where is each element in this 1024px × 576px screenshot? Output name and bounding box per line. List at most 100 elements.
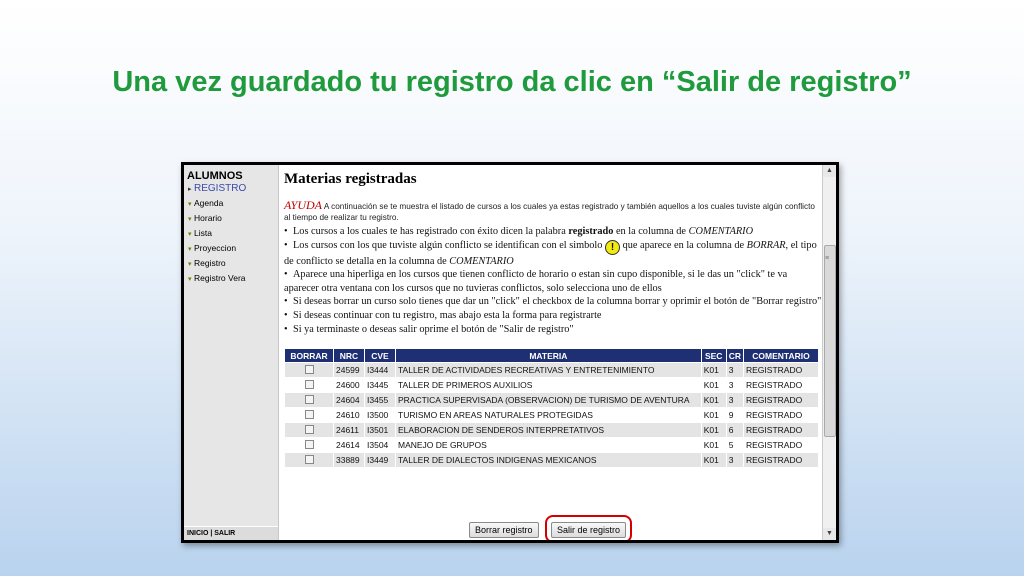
- cell-cr: 9: [725, 407, 745, 424]
- sidebar-item-label: Agenda: [194, 198, 224, 208]
- borrar-checkbox[interactable]: [304, 439, 314, 449]
- cell-sec: K01: [700, 452, 727, 469]
- sidebar-title: ALUMNOS: [187, 170, 243, 182]
- cell-cve: I3455: [364, 392, 396, 409]
- cell-materia: TURISMO EN AREAS NATURALES PROTEGIDAS: [395, 407, 702, 424]
- action-buttons: Borrar registro Salir de registro: [469, 515, 632, 540]
- cell-materia: MANEJO DE GRUPOS: [395, 437, 702, 454]
- list-item: • Los cursos a los cuales te has registra…: [284, 226, 754, 237]
- cell-comentario: REGISTRADO: [743, 377, 819, 394]
- sidebar-item-label: REGISTRO: [194, 183, 247, 194]
- col-header-cr: CR: [725, 348, 745, 364]
- borrar-checkbox[interactable]: [304, 409, 314, 419]
- table-row: 24611 I3501 ELABORACION DE SENDEROS INTE…: [284, 422, 819, 439]
- col-header-borrar: BORRAR: [284, 348, 334, 364]
- cell-materia: TALLER DE PRIMEROS AUXILIOS: [395, 377, 702, 394]
- table-header-row: BORRAR NRC CVE MATERIA SEC CR COMENTARIO: [284, 348, 819, 364]
- borrar-checkbox[interactable]: [304, 379, 314, 389]
- list-item: • Aparece una hiperliga en los cursos que…: [284, 269, 788, 294]
- browser-screenshot: ALUMNOS ▸ REGISTRO ▾ Agenda ▾ Horario ▾ List…: [181, 162, 839, 543]
- cell-comentario: REGISTRADO: [743, 392, 819, 409]
- col-header-materia: MATERIA: [395, 348, 702, 364]
- page-title: Materias registradas: [284, 171, 417, 187]
- cell-cve: I3445: [364, 377, 396, 394]
- cell-materia: ELABORACION DE SENDEROS INTERPRETATIVOS: [395, 422, 702, 439]
- cell-cve: I3504: [364, 437, 396, 454]
- cell-sec: K01: [700, 437, 727, 454]
- scrollbar-thumb[interactable]: [824, 245, 836, 437]
- col-header-cve: CVE: [364, 348, 396, 364]
- scroll-down-arrow-icon[interactable]: ▼: [823, 528, 836, 540]
- cell-nrc: 24614: [333, 437, 365, 454]
- warning-icon: !: [605, 239, 620, 255]
- cell-comentario: REGISTRADO: [743, 437, 819, 454]
- cell-cr: 3: [725, 392, 745, 409]
- borrar-checkbox[interactable]: [304, 364, 314, 374]
- sidebar-item-lista[interactable]: ▾ Lista: [188, 228, 278, 240]
- sidebar-item-agenda[interactable]: ▾ Agenda: [188, 198, 278, 210]
- ayuda-label: AYUDA: [284, 198, 323, 212]
- help-bullet-list: • Los cursos a los cuales te has registra…: [284, 225, 822, 336]
- cell-comentario: REGISTRADO: [743, 452, 819, 469]
- cell-nrc: 24599: [333, 362, 365, 379]
- cell-cr: 6: [725, 422, 745, 439]
- highlight-circle: Salir de registro: [544, 515, 632, 540]
- cell-nrc: 24610: [333, 407, 365, 424]
- sidebar-footer-links[interactable]: INICIO | SALIR: [184, 526, 278, 540]
- list-item: • Si ya terminaste o deseas salir oprime …: [284, 323, 574, 335]
- borrar-checkbox[interactable]: [304, 424, 314, 434]
- registered-courses-table: BORRAR NRC CVE MATERIA SEC CR COMENTARIO…: [284, 348, 819, 469]
- slide-title: Una vez guardado tu registro da clic en …: [112, 66, 912, 98]
- list-item: • Los cursos con los que tuviste algún co…: [284, 239, 817, 267]
- cell-cr: 3: [725, 362, 745, 379]
- cell-sec: K01: [700, 362, 727, 379]
- cell-cve: I3501: [364, 422, 396, 439]
- table-row: 24600 I3445 TALLER DE PRIMEROS AUXILIOS …: [284, 377, 819, 394]
- list-item: • Si deseas continuar con tu registro, ma…: [284, 309, 602, 321]
- sidebar-item-label: Registro Vera: [194, 273, 246, 283]
- cell-cve: I3449: [364, 452, 396, 469]
- sidebar-item-horario[interactable]: ▾ Horario: [188, 213, 278, 225]
- scroll-up-arrow-icon[interactable]: ▲: [823, 165, 836, 177]
- cell-comentario: REGISTRADO: [743, 407, 819, 424]
- borrar-checkbox[interactable]: [304, 394, 314, 404]
- cell-sec: K01: [700, 392, 727, 409]
- cell-comentario: REGISTRADO: [743, 422, 819, 439]
- cell-materia: PRACTICA SUPERVISADA (OBSERVACION) DE TU…: [395, 392, 702, 409]
- sidebar-item-label: Horario: [194, 213, 222, 223]
- cell-comentario: REGISTRADO: [743, 362, 819, 379]
- borrar-registro-button[interactable]: Borrar registro: [469, 522, 539, 538]
- sidebar-item-proyeccion[interactable]: ▾ Proyeccion: [188, 243, 278, 255]
- list-item: • Si deseas borrar un curso solo tienes q…: [284, 296, 822, 308]
- cell-cve: I3500: [364, 407, 396, 424]
- help-intro-text: A continuación se te muestra el listado …: [284, 202, 815, 222]
- col-header-nrc: NRC: [333, 348, 365, 364]
- vertical-scrollbar[interactable]: ▲ ≡ ▼: [822, 165, 836, 540]
- cell-cr: 3: [725, 377, 745, 394]
- cell-cr: 3: [725, 452, 745, 469]
- sidebar-item-label: Proyeccion: [194, 243, 237, 253]
- grip-icon: ≡: [825, 255, 830, 262]
- table-row: 33889 I3449 TALLER DE DIALECTOS INDIGENA…: [284, 452, 819, 469]
- table-row: 24604 I3455 PRACTICA SUPERVISADA (OBSERV…: [284, 392, 819, 409]
- col-header-comentario: COMENTARIO: [743, 348, 819, 364]
- sidebar: ALUMNOS ▸ REGISTRO ▾ Agenda ▾ Horario ▾ List…: [184, 165, 279, 540]
- main-content: Materias registradas AYUDA A continuació…: [279, 165, 822, 540]
- cell-cve: I3444: [364, 362, 396, 379]
- salir-registro-button[interactable]: Salir de registro: [550, 522, 626, 538]
- cell-nrc: 33889: [333, 452, 365, 469]
- cell-cr: 5: [725, 437, 745, 454]
- cell-sec: K01: [700, 422, 727, 439]
- col-header-sec: SEC: [700, 348, 727, 364]
- sidebar-item-registro[interactable]: ▾ Registro: [188, 258, 278, 270]
- cell-nrc: 24604: [333, 392, 365, 409]
- browser-viewport: ALUMNOS ▸ REGISTRO ▾ Agenda ▾ Horario ▾ List…: [184, 165, 836, 540]
- sidebar-item-registro-vera[interactable]: ▾ Registro Vera: [188, 273, 278, 285]
- sidebar-item-registro-active[interactable]: ▸ REGISTRO: [188, 184, 278, 195]
- cell-sec: K01: [700, 407, 727, 424]
- table-row: 24614 I3504 MANEJO DE GRUPOS K01 5 REGIS…: [284, 437, 819, 454]
- table-row: 24599 I3444 TALLER DE ACTIVIDADES RECREA…: [284, 362, 819, 379]
- borrar-checkbox[interactable]: [304, 454, 314, 464]
- cell-materia: TALLER DE ACTIVIDADES RECREATIVAS Y ENTR…: [395, 362, 702, 379]
- sidebar-item-label: Registro: [194, 258, 226, 268]
